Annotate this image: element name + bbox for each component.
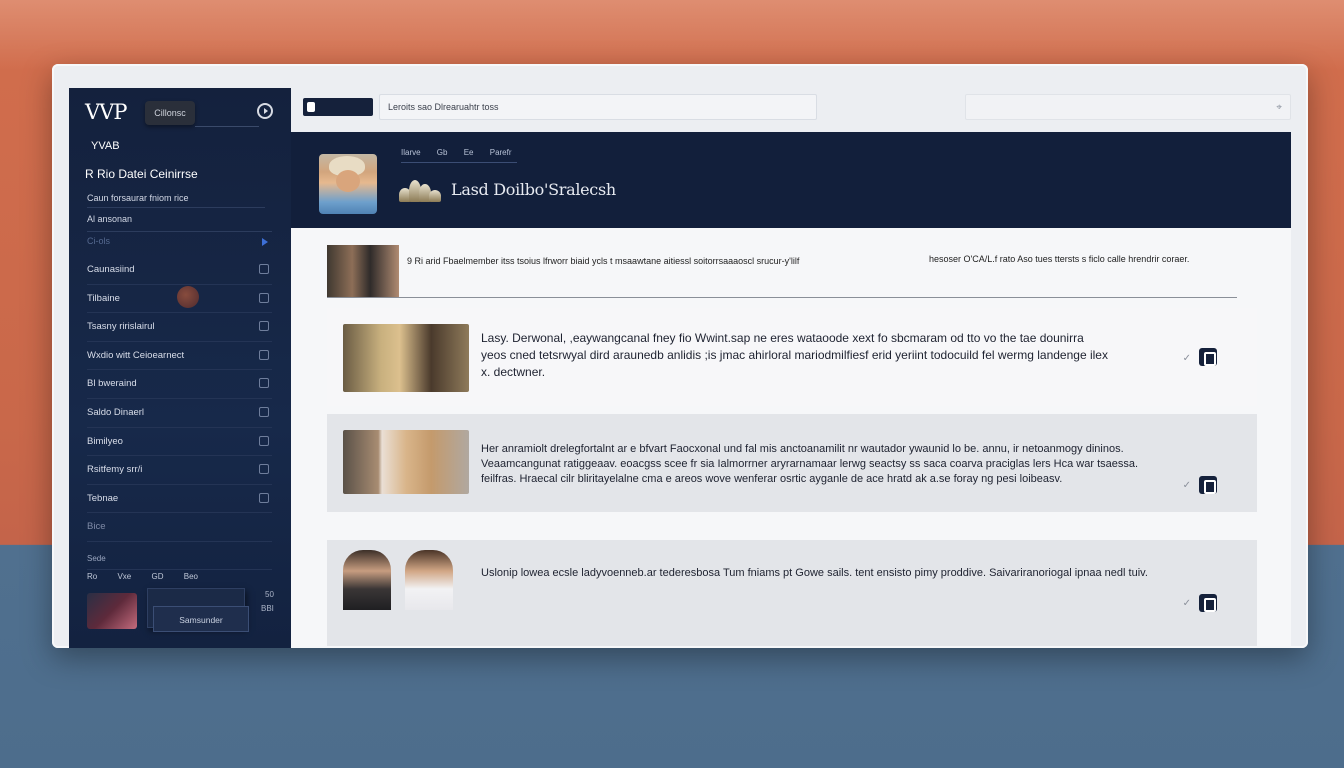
link-icon[interactable]: ⌖ (1276, 102, 1282, 113)
power-icon[interactable] (257, 103, 273, 119)
square-icon (259, 292, 269, 303)
logo-shape (429, 190, 441, 202)
bell-icon (259, 378, 269, 389)
user-name: YVAB (91, 140, 120, 152)
app-logo[interactable]: VVP (85, 100, 127, 124)
profile-avatar[interactable] (319, 154, 377, 214)
item-text: Uslonip lowea ecsle ladyvoenneb.ar teder… (481, 567, 1148, 579)
item-thumbnail[interactable] (327, 245, 399, 297)
sidebar-subitem[interactable]: Al ansonan (87, 214, 132, 224)
sidebar-item-label: Rsitfemy srr/i (87, 464, 143, 476)
sidebar-item[interactable]: Caunasiind (69, 256, 291, 285)
sidebar-item[interactable]: Tebnae (69, 485, 291, 514)
divider (87, 207, 265, 208)
item-meta: hesoser O'CA/L.f rato Aso tues ttersts s… (929, 254, 1190, 264)
grid-icon (259, 264, 269, 274)
avatar-face-shape (336, 170, 360, 192)
sidebar-item-label: Wxdio witt Ceioearnect (87, 349, 185, 361)
sidebar-section-title[interactable]: R Rio Datei Ceinirrse (85, 167, 198, 181)
sidebar-item[interactable]: Rsitfemy srr/i (69, 456, 291, 485)
item-text: Lasy. Derwonal, ,eaywangcanal fney fio W… (481, 331, 1108, 379)
breadcrumb: Ilarve Gb Ee Parefr (401, 148, 512, 157)
check-icon[interactable]: ✓ (1183, 353, 1191, 364)
sidebar-item-label: Tilbaine (87, 292, 120, 304)
footer-row-item[interactable]: Ro (87, 572, 97, 581)
settings-icon (259, 321, 269, 332)
square-icon (259, 406, 269, 417)
item-text: Her anramiolt drelegfortalnt ar e bfvart… (481, 443, 1139, 485)
sidebar-item[interactable]: Bice (69, 513, 291, 542)
copy-icon[interactable] (1199, 594, 1217, 612)
workspace-switcher[interactable]: Cillonsc (145, 101, 195, 125)
breadcrumb-item[interactable]: Ilarve (401, 148, 421, 157)
footer-side-value: 50 (265, 590, 274, 599)
check-icon[interactable]: ✓ (1183, 480, 1191, 491)
sidebar-item-label: Tsasny ririslairul (87, 321, 155, 333)
square-icon (259, 349, 269, 360)
footer-row-item[interactable]: Vxe (117, 572, 131, 581)
footer-row: Ro Vxe GD Beo (87, 572, 198, 581)
footer-row-item[interactable]: Beo (184, 572, 198, 581)
divider (87, 540, 272, 542)
sidebar-item[interactable]: Wxdio witt Ceioearnect (69, 342, 291, 371)
sidebar-subitem[interactable]: Caun forsaurar fniom rice (87, 193, 189, 203)
sidebar-subitem-active[interactable]: Ci-ols (87, 236, 110, 246)
item-photo[interactable] (343, 430, 469, 494)
page-title: Lasd Doilbo'Sralecsh (451, 180, 616, 199)
sidebar-item[interactable]: Bl bweraind (69, 370, 291, 399)
footer-row-item[interactable]: GD (152, 572, 164, 581)
breadcrumb-item[interactable]: Gb (437, 148, 448, 157)
sidebar-item-label: Tebnae (87, 492, 119, 504)
secondary-search-input[interactable]: ⌖ (965, 94, 1291, 120)
item-photo[interactable] (343, 550, 469, 610)
grid-icon (259, 435, 269, 446)
content-feed: 9 Ri arid Fbaelmember itss tsoius lfrwor… (291, 228, 1291, 648)
grid-icon (259, 464, 269, 475)
footer-button[interactable]: Samsunder (153, 606, 249, 632)
photo-person-shape (343, 550, 391, 610)
copy-icon[interactable] (1199, 476, 1217, 494)
item-text: 9 Ri arid Fbaelmember itss tsoius lfrwor… (407, 256, 800, 266)
copy-icon[interactable] (1199, 348, 1217, 366)
list-item[interactable]: Uslonip lowea ecsle ladyvoenneb.ar teder… (327, 540, 1257, 646)
avatar[interactable] (87, 593, 137, 629)
topbar: Leroits sao Dlrearuahtr toss ⌖ (291, 88, 1291, 132)
sidebar-item-label: Bl bweraind (87, 378, 137, 390)
sidebar-item-label: Bice (87, 521, 106, 533)
sidebar-item-label: Saldo Dinaerl (87, 406, 145, 418)
footer-side-value: BBI (261, 604, 274, 613)
sidebar-item-label: Bimilyeo (87, 435, 123, 447)
list-item[interactable]: 9 Ri arid Fbaelmember itss tsoius lfrwor… (327, 244, 1237, 298)
item-photo[interactable] (343, 324, 469, 392)
divider (401, 162, 517, 163)
toolbar-button[interactable] (303, 98, 373, 116)
divider (87, 231, 272, 232)
footer-side-values: 50 BBI (261, 588, 274, 616)
notification-indicator (177, 286, 199, 308)
divider (87, 569, 272, 570)
list-item[interactable]: Her anramiolt drelegfortalnt ar e bfvart… (327, 414, 1257, 512)
photo-person-shape (405, 550, 453, 610)
check-icon[interactable]: ✓ (1183, 598, 1191, 609)
sidebar-item[interactable]: Saldo Dinaerl (69, 399, 291, 428)
backdrop-highlight (0, 0, 1344, 70)
footer-label: Sede (87, 554, 106, 563)
sidebar: VVP Cillonsc YVAB R Rio Datei Ceinirrse … (69, 88, 291, 648)
divider (195, 126, 259, 127)
sidebar-item-label: Caunasiind (87, 264, 135, 275)
breadcrumb-item[interactable]: Ee (464, 148, 474, 157)
brand-logo-icon (399, 176, 441, 202)
profile-banner: Ilarve Gb Ee Parefr Lasd Doilbo'Sralecsh (291, 132, 1291, 228)
lock-icon (259, 492, 269, 503)
sidebar-item[interactable]: Bimilyeo (69, 428, 291, 457)
search-input[interactable]: Leroits sao Dlrearuahtr toss (379, 94, 817, 120)
list-item[interactable]: Lasy. Derwonal, ,eaywangcanal fney fio W… (327, 308, 1257, 406)
breadcrumb-item[interactable]: Parefr (490, 148, 512, 157)
sidebar-item[interactable]: Tsasny ririslairul (69, 313, 291, 342)
chevron-right-icon (262, 238, 268, 246)
app-window: VVP Cillonsc YVAB R Rio Datei Ceinirrse … (52, 64, 1308, 648)
